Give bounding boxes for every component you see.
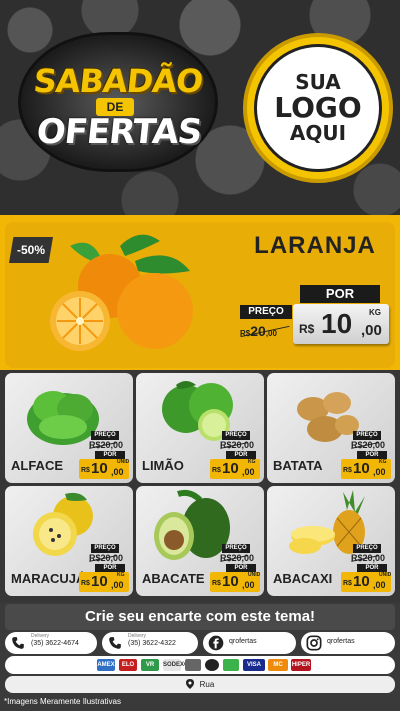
product-name: BATATA: [273, 458, 323, 473]
hero-por-label: POR: [300, 285, 380, 303]
preco-label: PREÇO: [222, 431, 250, 440]
sodexo-card-icon: SODEXO: [163, 659, 189, 671]
product-card: MARACUJÁ PREÇO R$20,00 POR R$10,00KG: [5, 486, 133, 596]
contact-phone-2[interactable]: Delivery (35) 3622-4322: [102, 632, 198, 654]
old-price: R$20,00: [220, 553, 254, 563]
product-card: ALFACE PREÇO R$20,00 POR R$10,00UNID: [5, 373, 133, 483]
orange-image: [50, 234, 193, 351]
por-label: POR: [95, 451, 125, 459]
hero-price-currency: R$: [299, 322, 315, 336]
card-icon: [185, 659, 201, 671]
location-pin-icon: [185, 678, 194, 691]
elo-card-icon: ELO: [119, 659, 137, 671]
logo-text-logo: LOGO: [274, 91, 362, 125]
address-bar: Rua: [5, 676, 395, 693]
product-name: ALFACE: [11, 458, 63, 473]
title-sabadao: SABADÃO: [31, 62, 205, 100]
address-text: Rua: [199, 680, 215, 689]
old-price: R$20,00: [220, 440, 254, 450]
product-name: MARACUJÁ: [11, 571, 86, 586]
contact-instagram[interactable]: qrofertas: [301, 632, 395, 654]
product-card: LIMÃO PREÇO R$20,00 POR R$10,00KG: [136, 373, 264, 483]
contact-value: qrofertas: [229, 638, 257, 645]
price-tag: R$ 10,00 UNID: [210, 572, 261, 592]
preco-label: PREÇO: [91, 431, 119, 440]
price-tag: R$ 10,00 KG: [210, 459, 260, 479]
hero-old-price: R$20,00: [240, 323, 290, 339]
hero-price-cents: ,00: [361, 322, 382, 339]
contact-value: qrofertas: [327, 638, 355, 645]
price-tag: R$ 10,00 KG: [341, 459, 391, 479]
facebook-icon: [207, 634, 225, 652]
phone-icon: [9, 634, 27, 652]
por-label: POR: [357, 451, 387, 459]
contact-facebook[interactable]: qrofertas: [203, 632, 296, 654]
preco-label: PREÇO: [353, 544, 381, 553]
contact-value: (35) 3622-4674: [31, 640, 79, 647]
product-name: ABACAXI: [273, 571, 333, 586]
por-label: POR: [226, 564, 256, 572]
contact-phone-1[interactable]: Delivery (35) 3622-4674: [5, 632, 97, 654]
logo-placeholder: SUA LOGO AQUI: [254, 44, 382, 172]
product-name: ABACATE: [142, 571, 205, 586]
payment-methods: AMEX ELO VR SODEXO VISA MC HIPER: [5, 656, 395, 674]
hero-product-name: LARANJA: [254, 232, 376, 259]
mastercard-icon: MC: [268, 659, 288, 671]
old-price: R$20,00: [351, 553, 385, 563]
visa-card-icon: VISA: [243, 659, 265, 671]
vr-card-icon: VR: [141, 659, 159, 671]
product-card: BATATA PREÇO R$20,00 POR R$10,00KG: [267, 373, 395, 483]
preco-label: PREÇO: [222, 544, 250, 553]
hipercard-icon: HIPER: [291, 659, 311, 671]
title-ofertas: OFERTAS: [34, 112, 204, 152]
card-icon: [223, 659, 239, 671]
amex-card-icon: AMEX: [97, 659, 115, 671]
card-icon: [205, 659, 219, 671]
logo-text-aqui: AQUI: [289, 120, 347, 145]
hero-price-int: 10: [321, 308, 353, 339]
price-tag: R$ 10,00 UNID: [341, 572, 392, 592]
product-card: ABACATE PREÇO R$20,00 POR R$10,00UNID: [136, 486, 264, 596]
old-price: R$20,00: [89, 440, 123, 450]
por-label: POR: [226, 451, 256, 459]
cta-banner[interactable]: Crie seu encarte com este tema!: [5, 604, 395, 630]
price-tag: R$ 10,00 UNID: [79, 459, 130, 479]
instagram-icon: [305, 634, 323, 652]
hero-price-tag: R$ 10 ,00 KG: [293, 304, 389, 344]
preco-label: PREÇO: [353, 431, 381, 440]
product-card: ABACAXI PREÇO R$20,00 POR R$10,00UNID: [267, 486, 395, 596]
contact-value: (35) 3622-4322: [128, 640, 176, 647]
product-name: LIMÃO: [142, 458, 184, 473]
price-tag: R$ 10,00 KG: [79, 572, 129, 592]
disclaimer: *Imagens Meramente Ilustrativas: [4, 697, 121, 706]
old-price: R$20,00: [89, 553, 123, 563]
hero-price-unit: KG: [369, 308, 381, 317]
por-label: POR: [95, 564, 125, 572]
por-label: POR: [357, 564, 387, 572]
preco-label: PREÇO: [91, 544, 119, 553]
hero-preco-label: PREÇO: [240, 305, 292, 319]
logo-text-sua: SUA: [295, 70, 341, 95]
old-price: R$20,00: [351, 440, 385, 450]
phone-icon: [106, 634, 124, 652]
